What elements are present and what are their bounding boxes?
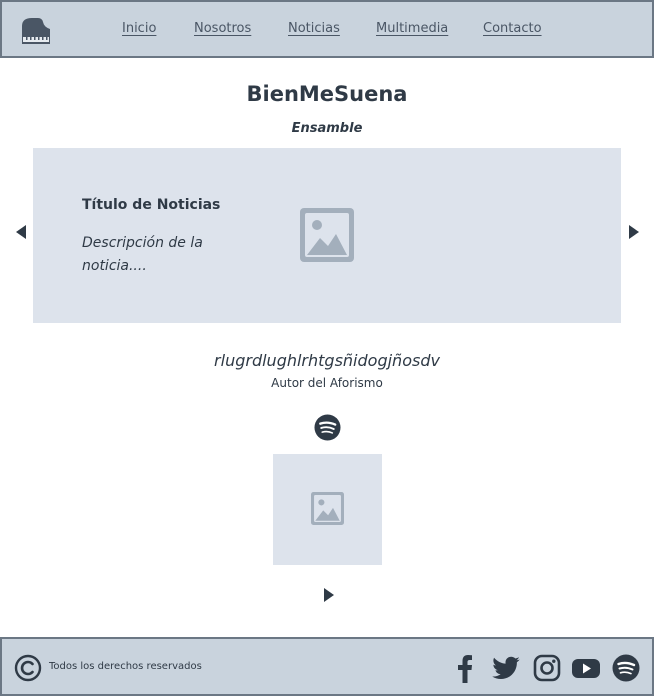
copyright-icon: [14, 654, 42, 682]
piano-logo-icon[interactable]: [20, 16, 52, 46]
news-description: Descripción de la noticia....: [82, 235, 203, 274]
instagram-icon[interactable]: [533, 653, 561, 683]
image-placeholder-icon: [311, 492, 344, 525]
twitter-icon[interactable]: [491, 653, 521, 683]
nav-contacto[interactable]: Contacto: [483, 21, 542, 36]
copyright-text: Todos los derechos reservados: [49, 661, 202, 672]
spotify-icon[interactable]: [612, 653, 640, 683]
site-footer: Todos los derechos reservados: [0, 637, 654, 696]
carousel-next-arrow-icon[interactable]: [628, 224, 640, 240]
nav-multimedia[interactable]: Multimedia: [376, 21, 448, 36]
spotify-icon[interactable]: [314, 414, 341, 441]
nav-nosotros[interactable]: Nosotros: [194, 21, 251, 36]
image-placeholder-icon: [300, 208, 354, 262]
page-title: BienMeSuena: [246, 82, 408, 106]
youtube-icon[interactable]: [571, 653, 601, 683]
news-carousel: Título de Noticias Descripción de la not…: [33, 148, 621, 323]
media-thumbnail[interactable]: [273, 454, 382, 565]
aphorism-text: rlugrdlughlrhtgsñidogjñosdv: [214, 351, 440, 370]
nav-inicio[interactable]: Inicio: [122, 21, 156, 36]
site-header: Inicio Nosotros Noticias Multimedia Cont…: [0, 0, 654, 58]
facebook-icon[interactable]: [457, 653, 473, 683]
carousel-prev-arrow-icon[interactable]: [15, 224, 27, 240]
page-subtitle: Ensamble: [291, 121, 363, 136]
play-icon[interactable]: [323, 587, 335, 603]
nav-noticias[interactable]: Noticias: [288, 21, 340, 36]
aphorism-author: Autor del Aforismo: [271, 376, 383, 390]
news-title[interactable]: Título de Noticias: [82, 197, 220, 213]
